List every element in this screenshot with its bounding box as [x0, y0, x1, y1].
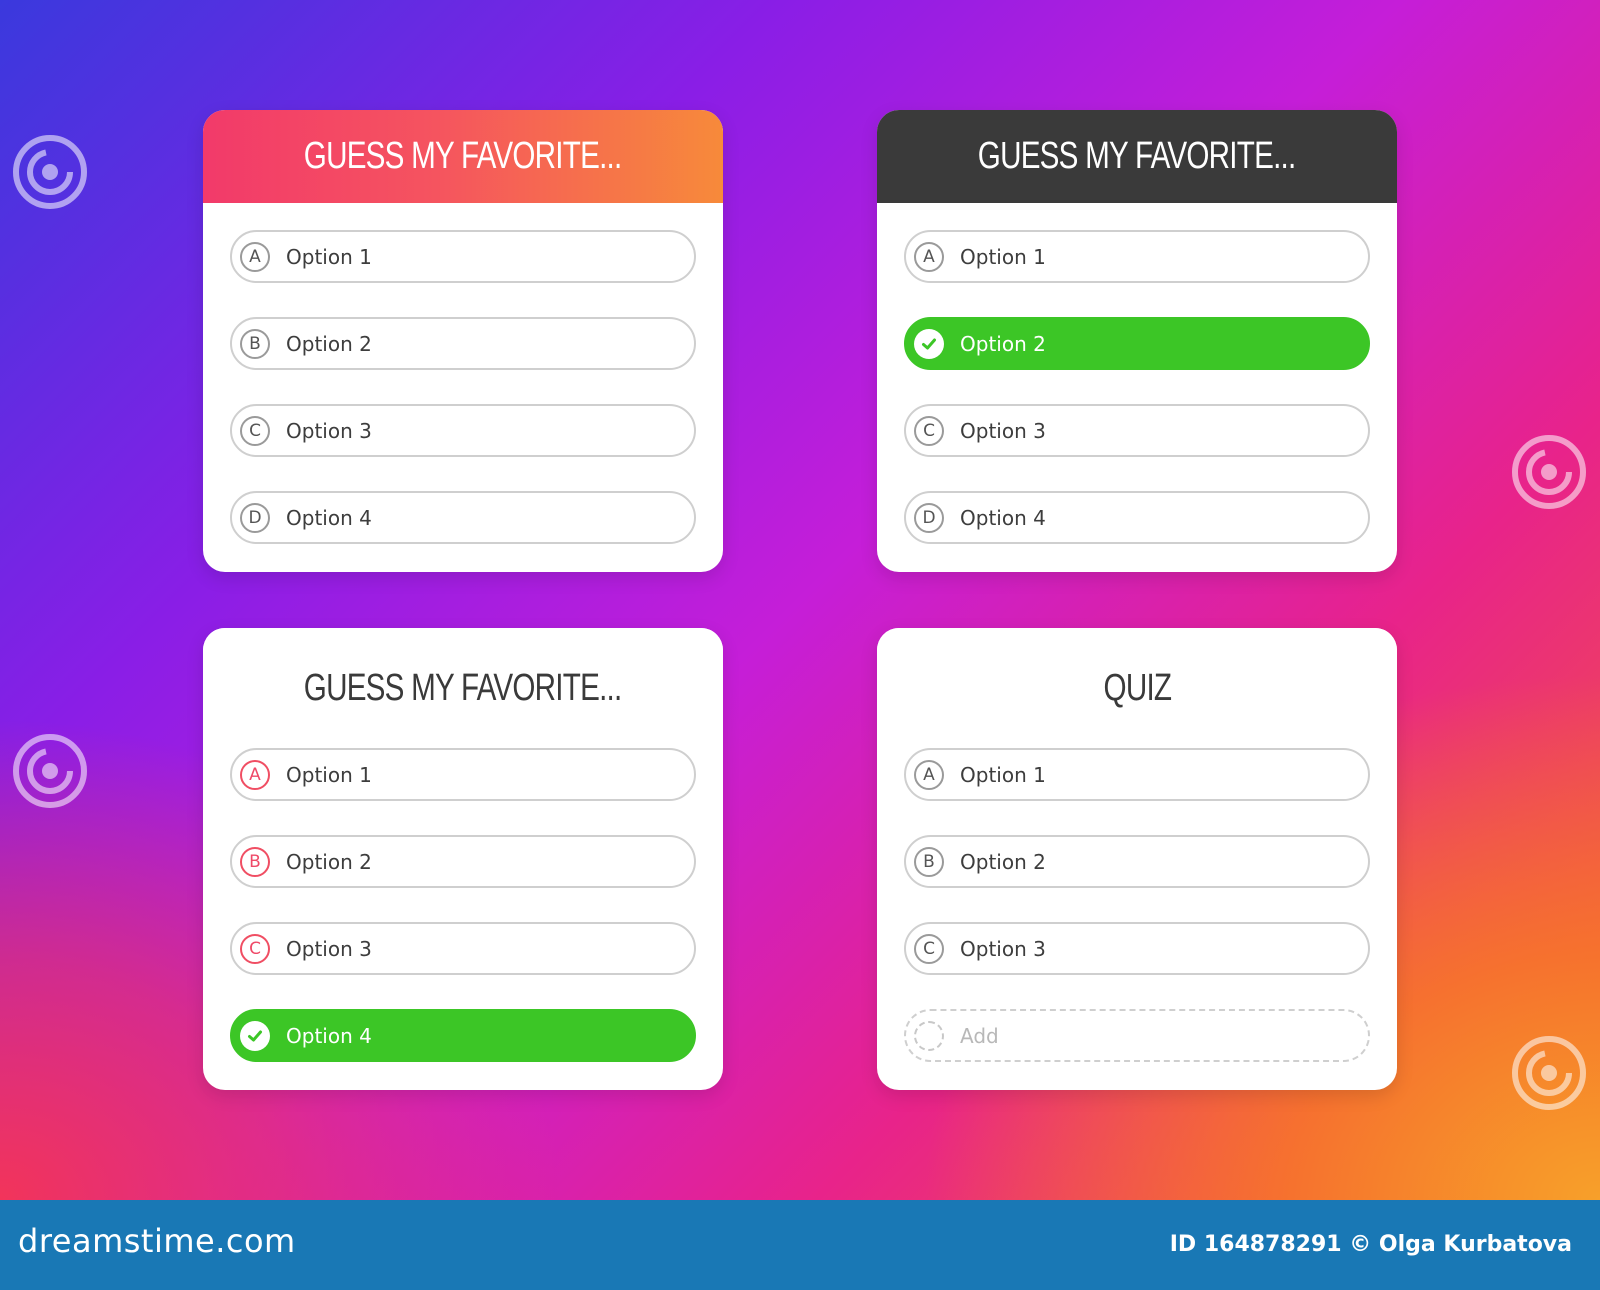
card-header: QUIZ — [877, 628, 1397, 748]
option-a[interactable]: A Option 1 — [904, 748, 1370, 801]
option-label: Option 1 — [960, 244, 1046, 269]
add-circle-icon — [914, 1020, 944, 1051]
letter-badge: B — [914, 846, 944, 877]
option-label: Option 2 — [286, 849, 372, 874]
watermark-spiral-icon — [1512, 435, 1586, 509]
option-d[interactable]: D Option 4 — [230, 491, 696, 544]
option-label: Option 1 — [286, 762, 372, 787]
image-credit: ID 164878291 © Olga Kurbatova — [1169, 1232, 1572, 1257]
option-a[interactable]: A Option 1 — [904, 230, 1370, 283]
option-a[interactable]: A Option 1 — [230, 230, 696, 283]
letter-badge: A — [240, 759, 270, 790]
option-c[interactable]: C Option 3 — [904, 404, 1370, 457]
card-title: GUESS MY FAVORITE... — [978, 135, 1296, 177]
letter-badge: D — [914, 502, 944, 533]
option-label: Option 4 — [960, 505, 1046, 530]
letter-badge: B — [240, 328, 270, 359]
letter-badge: C — [914, 415, 944, 446]
checkmark-icon — [240, 1020, 270, 1051]
option-c[interactable]: C Option 3 — [230, 404, 696, 457]
letter-badge: C — [240, 933, 270, 964]
option-label: Option 1 — [286, 244, 372, 269]
letter-badge: A — [240, 241, 270, 272]
option-label: Option 1 — [960, 762, 1046, 787]
option-label: Option 2 — [286, 331, 372, 356]
option-label: Option 3 — [960, 418, 1046, 443]
card-header: GUESS MY FAVORITE... — [203, 628, 723, 748]
option-label: Option 4 — [286, 1023, 372, 1048]
quiz-card-quiz: QUIZ A Option 1 B Option 2 C Option 3 Ad… — [877, 628, 1397, 1090]
option-label: Option 4 — [286, 505, 372, 530]
letter-badge: D — [240, 502, 270, 533]
option-b[interactable]: B Option 2 — [230, 835, 696, 888]
option-b[interactable]: B Option 2 — [904, 835, 1370, 888]
option-b[interactable]: B Option 2 — [230, 317, 696, 370]
option-c[interactable]: C Option 3 — [904, 922, 1370, 975]
option-a[interactable]: A Option 1 — [230, 748, 696, 801]
option-label: Option 2 — [960, 849, 1046, 874]
quiz-card-plain: GUESS MY FAVORITE... A Option 1 B Option… — [203, 628, 723, 1090]
card-title: GUESS MY FAVORITE... — [304, 135, 622, 177]
add-label: Add — [960, 1023, 999, 1048]
card-header: GUESS MY FAVORITE... — [203, 110, 723, 203]
option-label: Option 3 — [286, 418, 372, 443]
quiz-card-dark: GUESS MY FAVORITE... A Option 1 Option 2… — [877, 110, 1397, 572]
footer-bar: dreamstime.com ID 164878291 © Olga Kurba… — [0, 1200, 1600, 1290]
option-label: Option 3 — [960, 936, 1046, 961]
watermark-spiral-icon — [1512, 1036, 1586, 1110]
option-label: Option 2 — [960, 331, 1046, 356]
option-d-selected[interactable]: Option 4 — [230, 1009, 696, 1062]
option-c[interactable]: C Option 3 — [230, 922, 696, 975]
letter-badge: B — [240, 846, 270, 877]
watermark-spiral-icon — [13, 135, 87, 209]
option-d[interactable]: D Option 4 — [904, 491, 1370, 544]
card-title: GUESS MY FAVORITE... — [304, 666, 622, 709]
letter-badge: C — [240, 415, 270, 446]
checkmark-icon — [914, 328, 944, 359]
add-option-button[interactable]: Add — [904, 1009, 1370, 1062]
watermark-spiral-icon — [13, 734, 87, 808]
quiz-card-gradient: GUESS MY FAVORITE... A Option 1 B Option… — [203, 110, 723, 572]
option-b-selected[interactable]: Option 2 — [904, 317, 1370, 370]
footer-logo[interactable]: dreamstime.com — [18, 1222, 296, 1260]
letter-badge: C — [914, 933, 944, 964]
option-label: Option 3 — [286, 936, 372, 961]
letter-badge: A — [914, 241, 944, 272]
letter-badge: A — [914, 759, 944, 790]
card-title: QUIZ — [1103, 666, 1171, 709]
card-header: GUESS MY FAVORITE... — [877, 110, 1397, 203]
